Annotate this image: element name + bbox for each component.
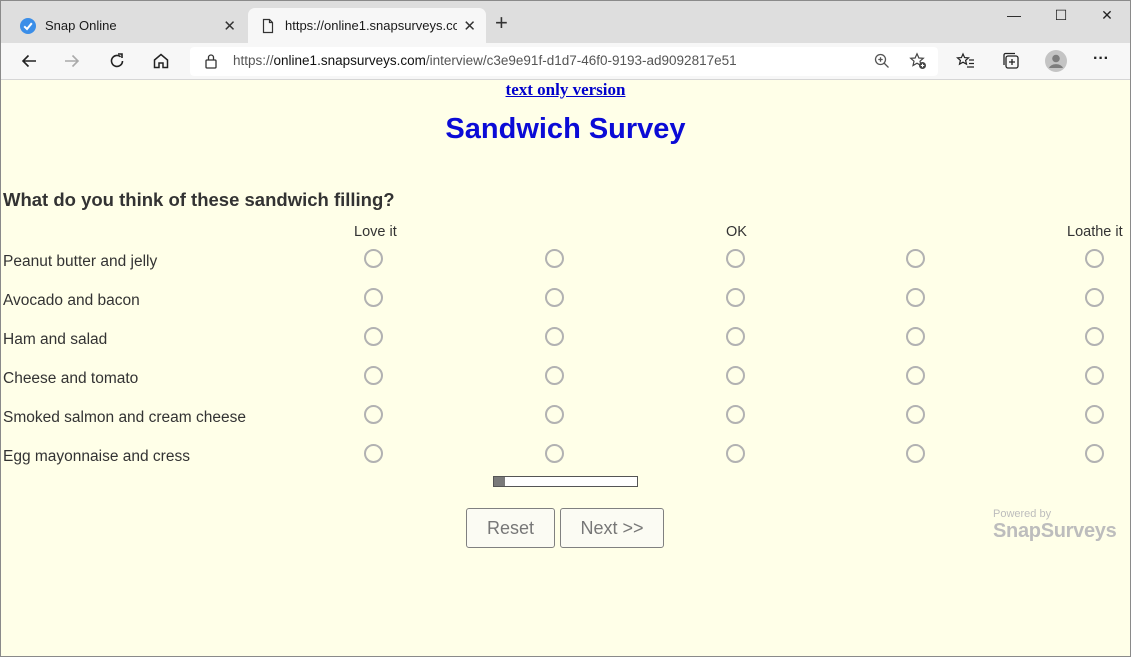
scale-label-love: Love it xyxy=(354,224,397,240)
snap-favicon-icon xyxy=(20,18,36,34)
tab-title: https://online1.snapsurveys.com xyxy=(285,18,457,33)
survey-title: Sandwich Survey xyxy=(445,113,686,145)
rating-radio-button[interactable] xyxy=(906,288,925,307)
url-prefix: https:// xyxy=(233,53,274,68)
page-icon xyxy=(262,18,274,34)
tab-close-icon[interactable]: ✕ xyxy=(463,17,476,35)
rating-radio-button[interactable] xyxy=(545,288,564,307)
rating-radio-button[interactable] xyxy=(545,405,564,424)
rating-radio-button[interactable] xyxy=(545,249,564,268)
refresh-icon[interactable] xyxy=(107,51,127,71)
survey-page: text only version Sandwich Survey What d… xyxy=(0,80,1131,657)
rating-radio-button[interactable] xyxy=(726,288,745,307)
rating-radio-button[interactable] xyxy=(1085,405,1104,424)
next-button[interactable]: Next >> xyxy=(560,508,664,548)
back-icon[interactable] xyxy=(19,51,39,71)
tab-survey[interactable]: https://online1.snapsurveys.com ✕ xyxy=(248,8,486,44)
rating-radio-button[interactable] xyxy=(364,405,383,424)
tab-title: Snap Online xyxy=(45,18,117,33)
add-favorite-icon[interactable] xyxy=(909,52,927,70)
lock-icon[interactable] xyxy=(204,53,218,69)
powered-by-text: Powered by xyxy=(993,508,1052,520)
rating-radio-button[interactable] xyxy=(1085,249,1104,268)
rating-radio-button[interactable] xyxy=(545,444,564,463)
rating-radio-button[interactable] xyxy=(1085,444,1104,463)
home-icon[interactable] xyxy=(151,51,171,71)
question-text: What do you think of these sandwich fill… xyxy=(3,189,395,210)
profile-avatar-icon[interactable] xyxy=(1045,50,1067,72)
new-tab-button[interactable]: + xyxy=(495,12,508,34)
progress-bar xyxy=(493,476,638,487)
row-label: Smoked salmon and cream cheese xyxy=(3,409,246,426)
rating-radio-button[interactable] xyxy=(726,327,745,346)
text-only-version-link[interactable]: text only version xyxy=(0,80,1131,100)
rating-radio-button[interactable] xyxy=(545,327,564,346)
tab-snap-online[interactable]: Snap Online ✕ xyxy=(8,8,246,44)
collections-icon[interactable] xyxy=(1001,51,1021,71)
rating-radio-button[interactable] xyxy=(545,366,564,385)
rating-radio-button[interactable] xyxy=(906,366,925,385)
rating-radio-button[interactable] xyxy=(364,249,383,268)
powered-by-logo: Powered by SnapSurveys xyxy=(993,508,1117,543)
zoom-icon[interactable] xyxy=(873,52,891,70)
rating-radio-button[interactable] xyxy=(364,288,383,307)
row-label: Egg mayonnaise and cress xyxy=(3,448,190,465)
rating-radio-button[interactable] xyxy=(1085,366,1104,385)
reset-button[interactable]: Reset xyxy=(466,508,555,548)
progress-fill xyxy=(494,477,506,486)
rating-radio-button[interactable] xyxy=(364,366,383,385)
row-label: Peanut butter and jelly xyxy=(3,253,158,270)
close-window-button[interactable]: ✕ xyxy=(1092,7,1122,27)
rating-radio-button[interactable] xyxy=(726,405,745,424)
scale-label-ok: OK xyxy=(726,224,747,240)
forward-icon[interactable] xyxy=(62,51,82,71)
minimize-button[interactable]: — xyxy=(999,7,1029,27)
rating-radio-button[interactable] xyxy=(726,366,745,385)
row-label: Ham and salad xyxy=(3,331,108,348)
row-label: Cheese and tomato xyxy=(3,370,139,387)
url-text[interactable]: https://online1.snapsurveys.com/intervie… xyxy=(233,53,737,68)
browser-titlebar: Snap Online ✕ https://online1.snapsurvey… xyxy=(0,0,1131,44)
rating-radio-button[interactable] xyxy=(726,444,745,463)
rating-radio-button[interactable] xyxy=(906,327,925,346)
snap-surveys-brand: SnapSurveys xyxy=(993,520,1117,542)
rating-radio-button[interactable] xyxy=(1085,327,1104,346)
maximize-button[interactable]: ☐ xyxy=(1046,7,1076,27)
tab-close-icon[interactable]: ✕ xyxy=(223,17,236,35)
url-host: online1.snapsurveys.com xyxy=(273,53,426,68)
rating-radio-button[interactable] xyxy=(726,249,745,268)
rating-radio-button[interactable] xyxy=(1085,288,1104,307)
rating-radio-button[interactable] xyxy=(906,444,925,463)
browser-toolbar: https://online1.snapsurveys.com/intervie… xyxy=(0,43,1131,80)
favorites-icon[interactable] xyxy=(956,51,976,71)
rating-radio-button[interactable] xyxy=(906,405,925,424)
url-path: /interview/c3e9e91f-d1d7-46f0-9193-ad909… xyxy=(425,53,737,68)
scale-label-loathe: Loathe it xyxy=(1067,224,1123,240)
rating-radio-button[interactable] xyxy=(364,444,383,463)
more-menu-button[interactable]: ··· xyxy=(1093,50,1113,70)
address-bar[interactable]: https://online1.snapsurveys.com/intervie… xyxy=(190,47,938,76)
rating-radio-button[interactable] xyxy=(906,249,925,268)
row-label: Avocado and bacon xyxy=(3,292,140,309)
rating-radio-button[interactable] xyxy=(364,327,383,346)
